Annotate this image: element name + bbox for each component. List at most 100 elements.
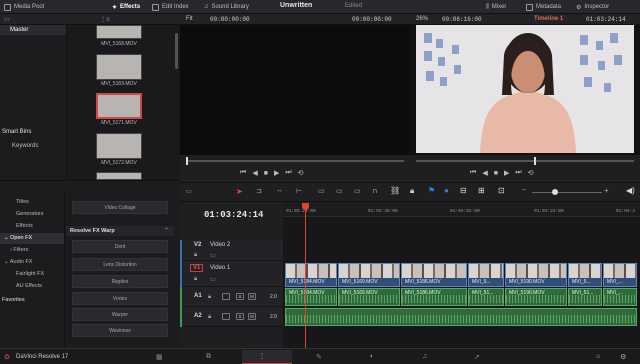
loop-icon[interactable]: ⟲	[298, 169, 304, 177]
clip-thumbnail[interactable]	[96, 172, 142, 180]
settings-icon[interactable]: ⚙	[620, 353, 626, 361]
full-extent-zoom-icon[interactable]: ⊟	[460, 186, 467, 195]
position-lock-icon[interactable]: 🔒︎	[410, 186, 414, 196]
fx-item-waviness[interactable]: Waviness	[72, 324, 168, 337]
lock-icon[interactable]: 🔒︎	[208, 294, 211, 301]
video-clip[interactable]: MVI_5...	[468, 263, 504, 287]
video-clip[interactable]: MVI_5190.MOV	[505, 263, 567, 287]
flag-icon[interactable]: ⚑	[428, 186, 435, 195]
effects-tab[interactable]: ✦ Effects	[112, 2, 140, 12]
source-scrubber[interactable]	[186, 160, 404, 162]
insert-clip-icon[interactable]: ▭	[318, 187, 325, 195]
video-clip[interactable]: MVI_5184.MOV	[285, 263, 337, 287]
overwrite-clip-icon[interactable]: ▭	[336, 187, 343, 195]
skip-end-icon[interactable]: ⏭	[515, 169, 521, 177]
fx-category-fairlight[interactable]: Fairlight FX	[16, 271, 44, 277]
timeline-view-icon[interactable]: ▭	[186, 188, 192, 195]
timeline-viewer-playhead[interactable]	[534, 157, 536, 165]
clip-thumbnail[interactable]	[96, 25, 142, 39]
play-reverse-icon[interactable]: ◀	[482, 169, 487, 177]
fx-category-audiofx[interactable]: ⌄ Audio FX	[4, 259, 32, 265]
timeline-viewer[interactable]	[410, 25, 640, 155]
deliver-page-icon[interactable]: ➚	[474, 353, 480, 361]
zoom-in-icon[interactable]: +	[604, 186, 609, 195]
media-page-icon[interactable]: ▦	[156, 353, 163, 361]
home-icon[interactable]: ⌂	[596, 353, 600, 360]
fx-category-effects[interactable]: Effects	[16, 223, 33, 229]
detail-zoom-icon[interactable]: ⊞	[478, 186, 485, 195]
auto-select-icon[interactable]	[222, 293, 230, 300]
zoom-dropdown[interactable]: 26%	[416, 16, 428, 22]
video-clip[interactable]: MVI_5...	[568, 263, 602, 287]
track-id[interactable]: V1	[190, 264, 204, 272]
blade-tool-icon[interactable]: ⊢	[296, 187, 302, 195]
sound-library-tab[interactable]: ♫ Sound Library	[204, 2, 249, 12]
snapping-icon[interactable]: ∩	[372, 186, 378, 195]
replace-clip-icon[interactable]: ▭	[354, 187, 361, 195]
marker-icon[interactable]: ●	[444, 186, 449, 195]
source-viewer[interactable]	[180, 25, 410, 155]
audio-clip[interactable]: MVI_5169.MOV	[338, 288, 400, 306]
fx-category-openfx[interactable]: ⌄ Open FX	[4, 235, 32, 241]
playhead-handle[interactable]	[302, 203, 309, 210]
view-toggle-icon[interactable]: ▭	[4, 16, 10, 23]
source-playhead[interactable]	[186, 157, 188, 165]
clip-thumbnail[interactable]	[96, 54, 142, 80]
fairlight-page-icon[interactable]: ♫	[422, 353, 427, 360]
clip-thumbnail-selected[interactable]	[96, 93, 142, 119]
zoom-out-icon[interactable]: −	[522, 187, 526, 194]
track-header-a2[interactable]: A2 🔒︎ S M 2.0	[180, 307, 283, 327]
fx-item-vortex[interactable]: Vortex	[72, 292, 168, 305]
fx-item-warper[interactable]: Warper	[72, 308, 168, 321]
edit-index-tab[interactable]: Edit Index	[152, 2, 189, 12]
color-page-icon[interactable]: ◐	[370, 353, 374, 360]
play-reverse-icon[interactable]: ◀	[252, 169, 257, 177]
mute-button[interactable]: M	[248, 293, 256, 300]
mute-button[interactable]: M	[248, 313, 256, 320]
loop-icon[interactable]: ⟲	[528, 169, 534, 177]
stop-icon[interactable]: ■	[494, 170, 498, 177]
bin-master[interactable]: Master	[10, 27, 28, 33]
zoom-slider-handle[interactable]	[552, 189, 558, 195]
fx-category-titles[interactable]: Titles	[16, 199, 29, 205]
cut-page-icon[interactable]: ⧉	[206, 353, 211, 361]
audio-clip[interactable]: MVI_51...	[568, 288, 602, 306]
custom-zoom-icon[interactable]: ⊡	[498, 186, 505, 195]
fx-category-filters[interactable]: › Filters	[10, 247, 28, 253]
trim-tool-icon[interactable]: ⊐	[256, 187, 262, 195]
dynamic-trim-icon[interactable]: ↔	[276, 187, 283, 194]
skip-end-icon[interactable]: ⏭	[285, 169, 291, 177]
fx-category-generators[interactable]: Generators	[16, 211, 44, 217]
skip-start-icon[interactable]: ⏮	[470, 169, 476, 177]
timeline-name-dropdown[interactable]: Timeline 1	[534, 16, 563, 22]
fx-item-ripples[interactable]: Ripples	[72, 275, 168, 288]
video-clip[interactable]: MVI_5186.MOV	[401, 263, 467, 287]
smart-bin-keywords[interactable]: Keywords	[12, 143, 38, 149]
lock-icon[interactable]: 🔒︎	[194, 276, 197, 283]
track-header-v1[interactable]: V1 Video 1 🔒︎ ▭	[180, 261, 283, 287]
timeline-scrubber[interactable]	[416, 160, 634, 162]
video-clip[interactable]: MVI_...	[603, 263, 637, 287]
inspector-tab[interactable]: ⚙ Inspector	[576, 2, 609, 12]
lock-icon[interactable]: 🔒︎	[194, 252, 197, 259]
media-pool-tab[interactable]: Media Pool	[4, 2, 44, 12]
linked-selection-icon[interactable]: ⛓	[390, 186, 400, 195]
list-view-icon[interactable]: ⋮≡	[100, 16, 110, 23]
collapse-icon[interactable]: ⌃	[164, 227, 169, 234]
video-clip[interactable]: MVI_5169.MOV	[338, 263, 400, 287]
audio-clip[interactable]: MVI_5186.MOV	[401, 288, 467, 306]
audio-clip[interactable]: MVI_5190.MOV	[505, 288, 567, 306]
track-header-a1[interactable]: A1 🔒︎ S M 2.0	[180, 287, 283, 307]
zoom-slider[interactable]	[532, 192, 602, 193]
audio-clip[interactable]: MVI_51...	[468, 288, 504, 306]
fx-item-dent[interactable]: Dent	[72, 240, 168, 253]
auto-select-icon[interactable]: ▭	[210, 276, 216, 283]
metadata-tab[interactable]: Metadata	[526, 2, 561, 12]
mixer-tab[interactable]: ⫼ Mixer	[486, 2, 506, 12]
solo-button[interactable]: S	[236, 313, 244, 320]
fx-item-video-collage[interactable]: Video Collage	[72, 201, 168, 214]
auto-select-icon[interactable]: ▭	[210, 252, 216, 259]
fusion-page-icon[interactable]: ✎	[316, 353, 322, 361]
audio-clip[interactable]: MVI_...	[603, 288, 637, 306]
timeline-playhead[interactable]	[305, 203, 306, 348]
